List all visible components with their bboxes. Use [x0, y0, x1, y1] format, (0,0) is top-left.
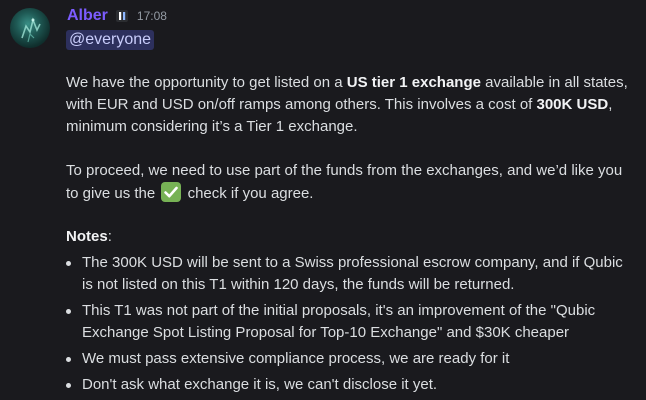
text-span: To proceed, we need to use part of the f…	[66, 162, 623, 202]
everyone-mention[interactable]: @everyone	[66, 30, 155, 50]
list-item-text: Don't ask what exchange it is, we can't …	[82, 376, 438, 393]
bullet-icon	[66, 357, 71, 362]
list-item: We must pass extensive compliance proces…	[66, 348, 631, 370]
list-item-text: The 300K USD will be sent to a Swiss pro…	[82, 254, 623, 293]
list-item: This T1 was not part of the initial prop…	[66, 300, 631, 344]
message-header: Alber 17:08	[67, 6, 167, 26]
avatar-image-icon	[21, 17, 41, 43]
chat-message: Alber 17:08 @everyone We have the opport…	[0, 0, 646, 400]
list-item-text: We must pass extensive compliance proces…	[82, 350, 510, 367]
white-check-mark-emoji-icon	[161, 182, 182, 202]
list-item-text: This T1 was not part of the initial prop…	[82, 302, 596, 341]
username[interactable]: Alber	[67, 7, 108, 25]
bullet-icon	[66, 261, 71, 266]
bold-cost: 300K USD	[536, 96, 609, 113]
bold-exchange: US tier 1 exchange	[346, 74, 481, 91]
list-item: The 300K USD will be sent to a Swiss pro…	[66, 252, 631, 296]
paragraph-listing: We have the opportunity to get listed on…	[66, 72, 631, 138]
mention-line: @everyone	[66, 30, 155, 50]
paragraph-proceed: To proceed, we need to use part of the f…	[66, 160, 631, 205]
avatar[interactable]	[10, 8, 50, 48]
bullet-icon	[66, 309, 71, 314]
notes-colon: :	[107, 228, 112, 245]
list-item: Don't ask what exchange it is, we can't …	[66, 374, 631, 396]
role-badge-icon	[115, 8, 129, 24]
text-span: check if you agree.	[183, 185, 314, 202]
notes-heading: Notes:	[66, 226, 631, 248]
text-span: We have the opportunity to get listed on…	[66, 74, 347, 91]
notes-list: The 300K USD will be sent to a Swiss pro…	[66, 252, 631, 400]
notes-label: Notes	[66, 228, 108, 245]
bullet-icon	[66, 383, 71, 388]
message-timestamp: 17:08	[136, 9, 167, 23]
